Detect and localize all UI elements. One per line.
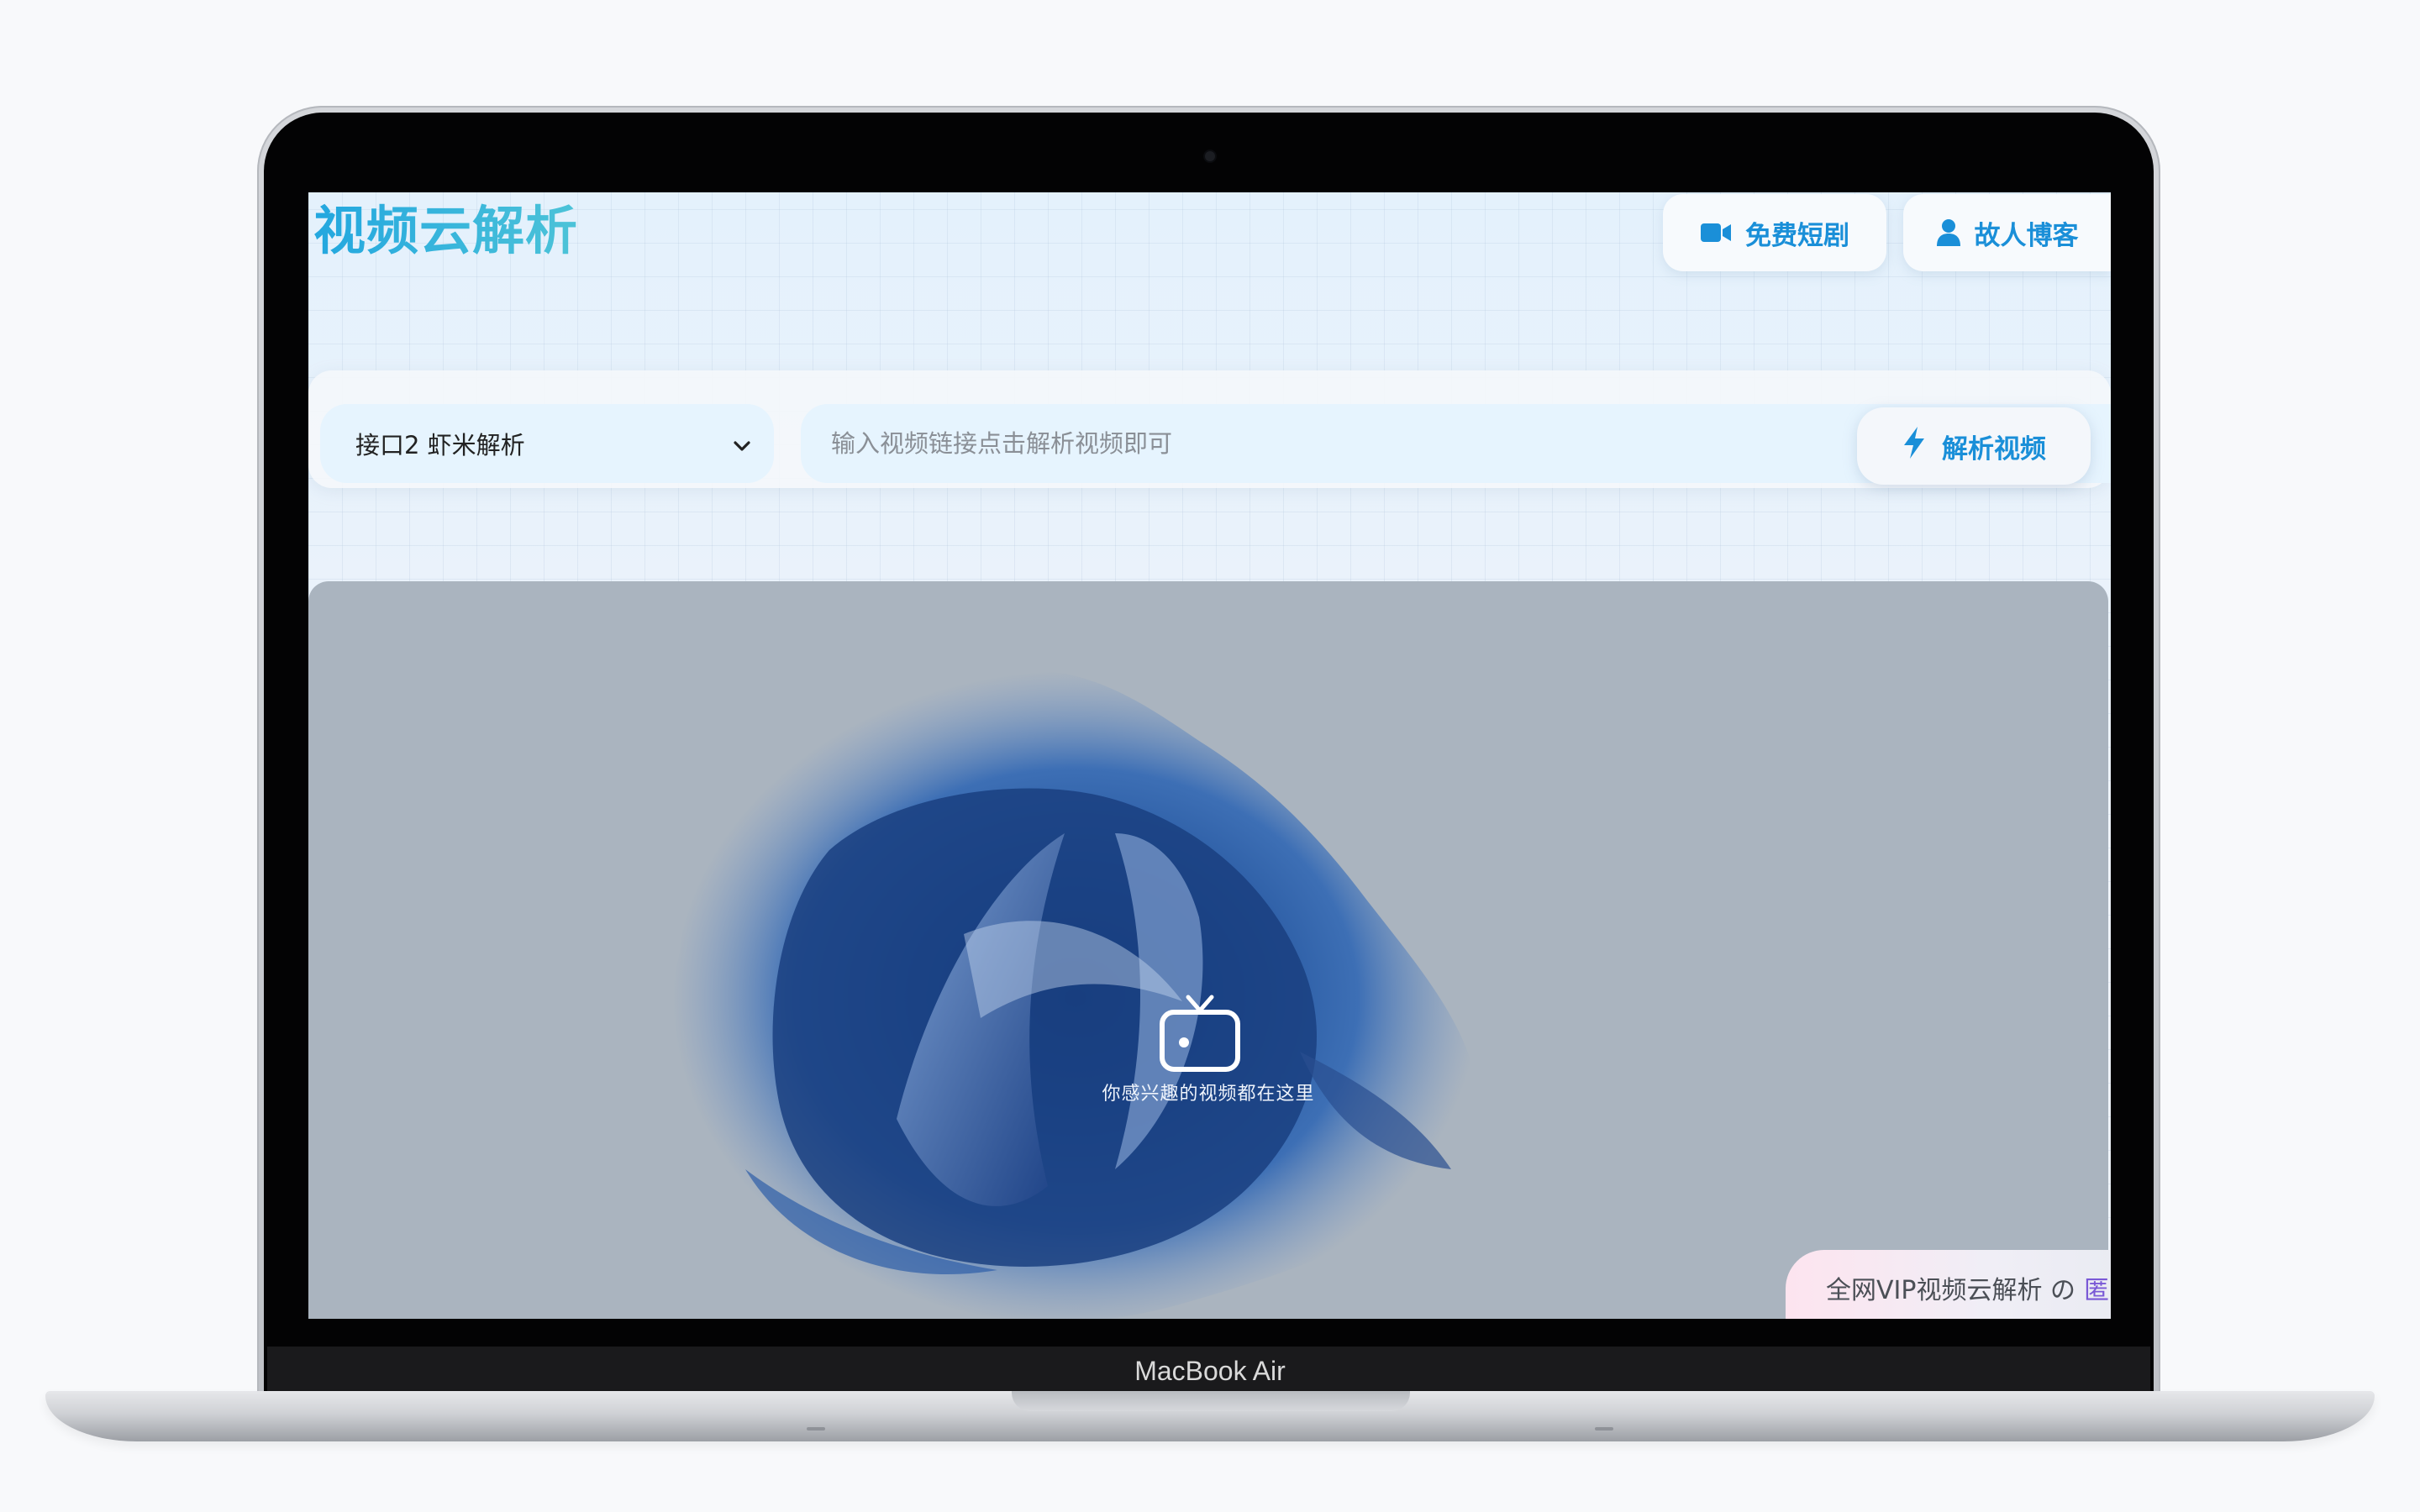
laptop-brand-label: MacBook Air (1134, 1356, 1286, 1386)
laptop-foot (1595, 1427, 1613, 1431)
api-select[interactable]: 接口2 虾米解析 (320, 404, 774, 483)
video-player[interactable]: 你感兴趣的视频都在这里 (308, 581, 2108, 1319)
chevron-down-icon (734, 429, 750, 458)
lightning-bolt-icon (1902, 426, 1927, 466)
api-select-value: 接口2 虾米解析 (355, 431, 525, 459)
laptop-hinge-notch (1012, 1391, 1410, 1411)
browser-viewport: 视频云解析 免费短剧 故人博客 接口2 虾米解析 输入视频链接点击解析视频即可 … (308, 192, 2111, 1319)
marquee-banner: 全网VIP视频云解析 の 匿 (1786, 1250, 2111, 1319)
tv-icon (1160, 995, 1240, 1072)
user-icon (1936, 218, 1961, 247)
laptop-foot (807, 1427, 825, 1431)
player-caption: 你感兴趣的视频都在这里 (1102, 1084, 1315, 1105)
blog-button[interactable]: 故人博客 (1903, 194, 2111, 271)
free-drama-label: 免费短剧 (1745, 220, 1849, 251)
blog-label: 故人博客 (1974, 220, 2079, 251)
marquee-text: 全网VIP视频云解析 の (1826, 1276, 2075, 1305)
parse-video-button[interactable]: 解析视频 (1857, 407, 2091, 485)
camera-icon (1205, 151, 1215, 161)
parse-video-label: 解析视频 (1942, 433, 2046, 465)
player-background-art (671, 670, 1480, 1319)
free-drama-button[interactable]: 免费短剧 (1663, 194, 1886, 271)
site-logo[interactable]: 视频云解析 (313, 201, 578, 261)
video-camera-icon (1700, 221, 1732, 244)
marquee-tail: 匿 (2084, 1276, 2109, 1305)
